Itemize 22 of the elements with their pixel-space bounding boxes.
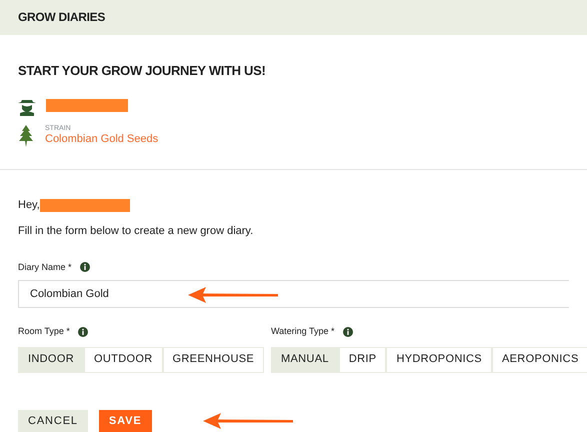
page-title: GROW DIARIES [18, 10, 106, 24]
option-button[interactable]: MANUAL [271, 346, 339, 372]
info-icon [78, 326, 88, 337]
arrow-icon [188, 287, 278, 303]
field-label: Watering Type * [271, 325, 335, 338]
option-button[interactable]: OUTDOOR [84, 346, 163, 372]
diary-name-field[interactable]: Colombian Gold [18, 280, 569, 308]
greeting: Hey, [18, 198, 40, 213]
arrow-icon [202, 413, 293, 429]
info-icon [80, 262, 90, 272]
field-label: Diary Name * [18, 260, 72, 274]
option-button[interactable]: INDOOR [18, 346, 84, 372]
intro-text: Fill in the form below to create a new grow diary. [18, 224, 254, 239]
option-button[interactable]: HYDROPONICS [386, 346, 492, 372]
cancel-button[interactable]: CANCEL [18, 410, 88, 432]
info-icon [342, 326, 353, 337]
option-button[interactable]: AEROPONICS [492, 346, 587, 372]
field-label: Room Type * [18, 325, 70, 338]
heading: START YOUR GROW JOURNEY WITH US! [18, 62, 266, 80]
option-button[interactable]: GREENHOUSE [162, 346, 264, 372]
plant-icon [18, 124, 34, 147]
option-button[interactable]: DRIP [338, 346, 386, 372]
